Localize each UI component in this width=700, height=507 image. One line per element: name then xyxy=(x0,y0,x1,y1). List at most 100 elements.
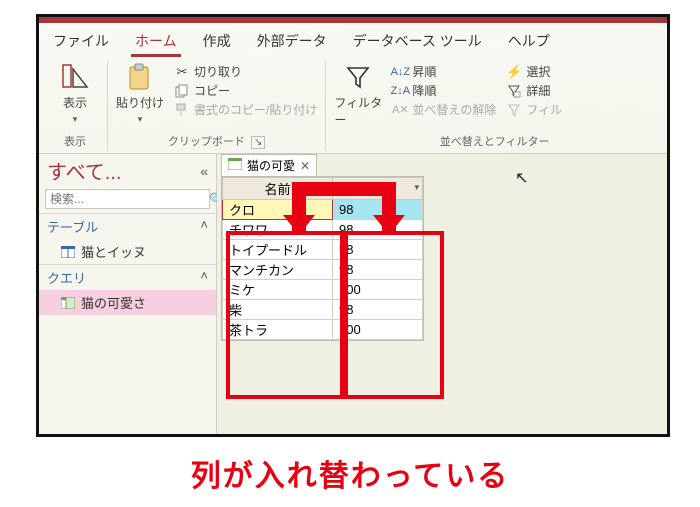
filter-button[interactable]: フィルター xyxy=(334,63,382,128)
sort-clear-button[interactable]: A✕ 並べ替えの解除 xyxy=(392,101,496,118)
cell-name[interactable]: トイプードル xyxy=(223,240,333,260)
tab-file[interactable]: ファイル xyxy=(49,29,113,57)
dialog-launcher-icon[interactable]: ↘ xyxy=(251,136,265,149)
paste-button-label: 貼り付け xyxy=(116,94,164,111)
table-row[interactable]: ミケ100 xyxy=(223,280,423,300)
close-icon[interactable]: ✕ xyxy=(300,159,310,173)
nav-section-queries[interactable]: クエリ ˄ xyxy=(39,264,216,290)
screenshot-frame: ファイル ホーム 作成 外部データ データベース ツール ヘルプ 表示 ▾ xyxy=(36,14,670,437)
work-area: すべて... « 🔍 テーブル ˄ 猫とイッヌ クエリ ˄ xyxy=(39,154,667,437)
tables-header-label: テーブル xyxy=(47,217,98,236)
chevron-down-icon: ▾ xyxy=(73,114,78,125)
cut-button[interactable]: ✂ 切り取り xyxy=(174,63,317,80)
advanced-icon xyxy=(506,83,522,99)
document-tab[interactable]: 猫の可愛 ✕ xyxy=(221,154,317,176)
chevron-down-icon[interactable]: ▾ xyxy=(324,182,329,193)
chevron-left-icon[interactable]: « xyxy=(200,163,208,179)
nav-table-item[interactable]: 猫とイッヌ xyxy=(39,239,216,264)
toggle-filter-button[interactable]: フィル xyxy=(506,101,562,118)
datasheet-table[interactable]: 名前 ▾ 可愛さ ▾ クロ98チワワ98トイプードル98マンチカン98ミケ100… xyxy=(222,177,423,340)
table-icon xyxy=(61,246,75,258)
ribbon-group-sortfilter: フィルター A↓Z 昇順 Z↓A 降順 A✕ 並べ替えの解除 xyxy=(326,61,663,151)
document-tab-title: 猫の可愛 xyxy=(247,157,295,174)
format-painter-button[interactable]: 書式のコピー/貼り付け xyxy=(174,101,317,118)
table-row[interactable]: チワワ98 xyxy=(223,220,423,240)
tab-create[interactable]: 作成 xyxy=(199,29,235,57)
funnel-small-icon xyxy=(506,102,522,118)
paste-button[interactable]: 貼り付け ▾ xyxy=(116,63,164,125)
cell-name[interactable]: チワワ xyxy=(223,220,333,240)
group-label-clipboard: クリップボード ↘ xyxy=(116,130,317,149)
cell-name[interactable]: ミケ xyxy=(223,280,333,300)
cell-cute[interactable]: 100 xyxy=(333,320,423,340)
sort-clear-icon: A✕ xyxy=(392,102,408,118)
sort-asc-icon: A↓Z xyxy=(392,64,408,80)
cut-label: 切り取り xyxy=(194,63,242,80)
cell-name[interactable]: 柴 xyxy=(223,300,333,320)
view-button[interactable]: 表示 ▾ xyxy=(51,63,99,125)
copy-icon xyxy=(174,83,190,99)
nav-query-label: 猫の可愛さ xyxy=(81,293,146,312)
selection-filter-button[interactable]: ⚡ 選択 xyxy=(506,63,562,80)
sort-desc-button[interactable]: Z↓A 降順 xyxy=(392,82,496,99)
cell-name[interactable]: マンチカン xyxy=(223,260,333,280)
nav-search[interactable]: 🔍 xyxy=(45,189,210,209)
sort-asc-button[interactable]: A↓Z 昇順 xyxy=(392,63,496,80)
chevron-up-icon: ˄ xyxy=(200,217,208,236)
copy-label: コピー xyxy=(194,82,230,99)
chevron-down-icon[interactable]: ▾ xyxy=(414,182,419,193)
funnel-icon xyxy=(344,63,372,91)
sort-desc-icon: Z↓A xyxy=(392,83,408,99)
filter-button-label: フィルター xyxy=(334,94,382,128)
bolt-icon: ⚡ xyxy=(506,64,522,80)
tab-home[interactable]: ホーム xyxy=(131,29,181,57)
table-row[interactable]: トイプードル98 xyxy=(223,240,423,260)
query-icon xyxy=(61,297,75,309)
format-painter-label: 書式のコピー/貼り付け xyxy=(194,101,317,118)
cell-cute[interactable]: 98 xyxy=(333,240,423,260)
sort-asc-label: 昇順 xyxy=(412,63,436,80)
advanced-label: 詳細 xyxy=(526,82,550,99)
selection-label: 選択 xyxy=(526,63,550,80)
col-name-label: 名前 xyxy=(264,182,290,197)
chevron-up-icon: ˄ xyxy=(200,268,208,287)
cell-name[interactable]: クロ xyxy=(223,200,333,220)
advanced-filter-button[interactable]: 詳細 xyxy=(506,82,562,99)
nav-table-label: 猫とイッヌ xyxy=(81,242,146,261)
document-pane: 猫の可愛 ✕ 名前 ▾ 可愛さ ▾ xyxy=(217,154,667,437)
tab-external-data[interactable]: 外部データ xyxy=(253,29,331,57)
tab-help[interactable]: ヘルプ xyxy=(504,29,554,57)
search-input[interactable] xyxy=(46,190,209,208)
column-header-cute[interactable]: 可愛さ ▾ xyxy=(333,178,423,200)
table-row[interactable]: クロ98 xyxy=(223,200,423,220)
ribbon: 表示 ▾ 表示 貼り付け ▾ xyxy=(39,57,667,154)
tab-db-tools[interactable]: データベース ツール xyxy=(349,29,486,57)
cell-cute[interactable]: 100 xyxy=(333,280,423,300)
sort-clear-label: 並べ替えの解除 xyxy=(412,101,496,118)
scissors-icon: ✂ xyxy=(174,64,190,80)
table-row[interactable]: マンチカン98 xyxy=(223,260,423,280)
annotation-caption: 列が入れ替わっている xyxy=(0,451,700,495)
cell-cute[interactable]: 98 xyxy=(333,300,423,320)
table-row[interactable]: 柴98 xyxy=(223,300,423,320)
paintbrush-icon xyxy=(174,102,190,118)
table-row[interactable]: 茶トラ100 xyxy=(223,320,423,340)
sort-desc-label: 降順 xyxy=(412,82,436,99)
cell-cute[interactable]: 98 xyxy=(333,260,423,280)
ribbon-tabs: ファイル ホーム 作成 外部データ データベース ツール ヘルプ xyxy=(39,23,667,57)
column-header-name[interactable]: 名前 ▾ xyxy=(223,178,333,200)
nav-pane-title[interactable]: すべて... « xyxy=(39,154,216,185)
nav-section-tables[interactable]: テーブル ˄ xyxy=(39,213,216,239)
cell-name[interactable]: 茶トラ xyxy=(223,320,333,340)
nav-title-text: すべて... xyxy=(47,156,121,185)
navigation-pane: すべて... « 🔍 テーブル ˄ 猫とイッヌ クエリ ˄ xyxy=(39,154,217,437)
clipboard-icon xyxy=(126,63,154,91)
nav-query-item[interactable]: 猫の可愛さ xyxy=(39,290,216,315)
cell-cute[interactable]: 98 xyxy=(333,200,423,220)
query-icon xyxy=(228,158,242,173)
toggle-filter-label: フィル xyxy=(526,101,562,118)
copy-button[interactable]: コピー xyxy=(174,82,317,99)
cell-cute[interactable]: 98 xyxy=(333,220,423,240)
mouse-cursor-icon: ↖ xyxy=(515,168,528,188)
queries-header-label: クエリ xyxy=(47,268,86,287)
